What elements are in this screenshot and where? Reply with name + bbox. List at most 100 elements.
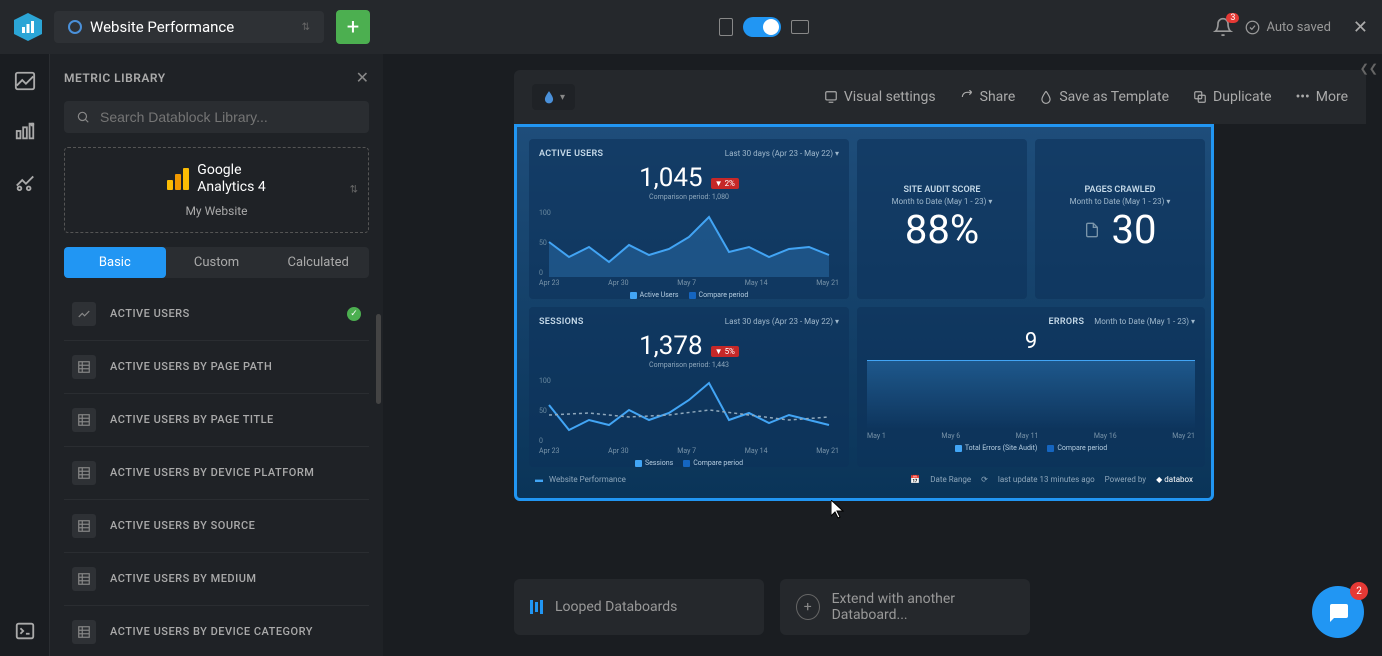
- plus-circle-icon: +: [796, 594, 820, 620]
- bars-icon: ▬: [535, 475, 543, 484]
- change-badge: ▼2%: [711, 178, 739, 189]
- period-selector[interactable]: Month to Date (May 1 - 23) ▾: [1070, 197, 1171, 206]
- tab-basic[interactable]: Basic: [64, 247, 166, 278]
- file-icon: [1084, 220, 1100, 240]
- notifications-button[interactable]: 3: [1213, 17, 1233, 37]
- droplet-icon: [542, 90, 556, 104]
- scrollbar[interactable]: [376, 314, 381, 404]
- card-active-users[interactable]: ACTIVE USERS Last 30 days (Apr 23 - May …: [529, 139, 849, 299]
- plus-icon: +: [347, 15, 359, 40]
- source-product: Analytics 4: [197, 179, 265, 196]
- x-axis-labels: Apr 23Apr 30May 7May 14May 21: [539, 447, 839, 455]
- card-errors[interactable]: ERRORS Month to Date (May 1 - 23) ▾ 9 Ma…: [857, 307, 1205, 467]
- rail-console-icon[interactable]: [14, 620, 36, 642]
- close-button[interactable]: ✕: [1353, 17, 1368, 38]
- svg-text:0: 0: [539, 437, 543, 445]
- svg-text:100: 100: [539, 209, 551, 217]
- chat-button[interactable]: 2: [1312, 586, 1364, 638]
- app-logo[interactable]: [14, 13, 42, 41]
- svg-text:50: 50: [539, 239, 547, 247]
- change-badge: ▼5%: [711, 346, 739, 357]
- table-icon: [72, 408, 96, 432]
- period-selector[interactable]: Month to Date (May 1 - 23) ▾: [892, 197, 993, 206]
- project-selector[interactable]: Website Performance ⇅: [54, 11, 324, 43]
- metric-item[interactable]: ACTIVE USERS BY DEVICE CATEGORY: [64, 606, 369, 656]
- databox-logo: ◆ databox: [1156, 475, 1193, 484]
- rail-users-icon[interactable]: [14, 170, 36, 192]
- x-axis-labels: Apr 23Apr 30May 7May 14May 21: [539, 279, 839, 287]
- comparison-text: Comparison period: 1,080: [539, 193, 839, 201]
- tab-calculated[interactable]: Calculated: [267, 247, 369, 278]
- metric-item[interactable]: ACTIVE USERS BY MEDIUM: [64, 553, 369, 606]
- line-chart: 100 50 0: [539, 375, 839, 445]
- card-sessions[interactable]: SESSIONS Last 30 days (Apr 23 - May 22) …: [529, 307, 849, 467]
- device-switch[interactable]: [743, 17, 781, 37]
- area-chart: [867, 360, 1195, 430]
- board-footer: ▬ Website Performance 📅 Date Range ⟳ las…: [529, 467, 1199, 486]
- left-rail: [0, 54, 50, 656]
- chevron-updown-icon: ⇅: [350, 184, 358, 195]
- rail-metrics-icon[interactable]: [14, 70, 36, 92]
- svg-text:50: 50: [539, 407, 547, 415]
- period-selector[interactable]: Last 30 days (Apr 23 - May 22) ▾: [725, 317, 839, 326]
- library-close-button[interactable]: ✕: [356, 68, 369, 87]
- dots-icon: •••: [1296, 89, 1310, 105]
- source-subtitle: My Website: [185, 204, 247, 218]
- search-box[interactable]: [64, 101, 369, 133]
- card-site-audit[interactable]: SITE AUDIT SCORE Month to Date (May 1 - …: [857, 139, 1027, 299]
- looped-databoards-button[interactable]: Looped Databoards: [514, 579, 764, 635]
- table-icon: [72, 461, 96, 485]
- duplicate-button[interactable]: Duplicate: [1193, 89, 1272, 105]
- metric-item[interactable]: ACTIVE USERS BY SOURCE: [64, 500, 369, 553]
- source-brand: Google: [197, 162, 265, 179]
- more-button[interactable]: ••• More: [1296, 89, 1348, 105]
- metric-value: 1,045: [639, 163, 703, 193]
- metric-value: 1,378: [639, 331, 703, 361]
- updown-icon: ⇅: [302, 22, 310, 33]
- theme-dropdown[interactable]: ▾: [532, 84, 575, 110]
- save-template-button[interactable]: Save as Template: [1039, 89, 1169, 105]
- table-icon: [72, 355, 96, 379]
- canvas: ❮❮ ▾ Visual settings Share Save as Templ…: [383, 54, 1382, 656]
- metric-list: ACTIVE USERS ✓ ACTIVE USERS BY PAGE PATH…: [64, 288, 369, 656]
- metric-item[interactable]: ACTIVE USERS BY PAGE PATH: [64, 341, 369, 394]
- metric-item[interactable]: ACTIVE USERS BY PAGE TITLE: [64, 394, 369, 447]
- share-button[interactable]: Share: [960, 89, 1016, 105]
- notif-badge: 3: [1226, 13, 1239, 23]
- databoard[interactable]: ACTIVE USERS Last 30 days (Apr 23 - May …: [514, 124, 1214, 501]
- calendar-icon: 📅: [910, 475, 920, 484]
- metric-item[interactable]: ACTIVE USERS ✓: [64, 288, 369, 341]
- chart-legend: Total Errors (Site Audit) Compare period: [867, 444, 1195, 452]
- autosave-status: Auto saved: [1245, 20, 1330, 35]
- add-databoard-button[interactable]: +: [336, 10, 370, 44]
- table-icon: [72, 567, 96, 591]
- mobile-icon[interactable]: [719, 18, 733, 36]
- metric-item[interactable]: ACTIVE USERS BY DEVICE PLATFORM: [64, 447, 369, 500]
- period-selector[interactable]: Last 30 days (Apr 23 - May 22) ▾: [725, 149, 839, 158]
- search-input[interactable]: [100, 109, 357, 125]
- svg-text:100: 100: [539, 377, 551, 385]
- card-pages-crawled[interactable]: PAGES CRAWLED Month to Date (May 1 - 23)…: [1035, 139, 1205, 299]
- cursor-icon: [831, 500, 847, 520]
- metric-value: 9: [867, 329, 1195, 354]
- search-icon: [76, 110, 90, 124]
- extend-databoard-button[interactable]: + Extend with another Databoard...: [780, 579, 1030, 635]
- line-chart: 100 50 0: [539, 207, 839, 277]
- topbar: Website Performance ⇅ + 3 Auto saved ✕: [0, 0, 1382, 54]
- ga-logo-icon: [167, 168, 189, 190]
- period-selector[interactable]: Month to Date (May 1 - 23) ▾: [1094, 317, 1195, 326]
- rail-chart-icon[interactable]: [14, 120, 36, 142]
- project-color-dot: [68, 20, 82, 34]
- board-name: Website Performance: [549, 475, 626, 484]
- visual-settings-button[interactable]: Visual settings: [824, 89, 936, 105]
- data-source-card[interactable]: Google Analytics 4 My Website ⇅: [64, 147, 369, 233]
- desktop-icon[interactable]: [791, 20, 809, 34]
- line-chart-icon: [72, 302, 96, 326]
- library-title: METRIC LIBRARY: [64, 71, 166, 85]
- tab-custom[interactable]: Custom: [166, 247, 268, 278]
- metric-tabs: Basic Custom Calculated: [64, 247, 369, 278]
- chart-legend: Active Users Compare period: [539, 291, 839, 299]
- device-preview-toggle: [719, 17, 809, 37]
- collapse-panel-button[interactable]: ❮❮: [1360, 62, 1378, 75]
- metric-library-panel: METRIC LIBRARY ✕ Google Analytics 4 My W…: [50, 54, 383, 656]
